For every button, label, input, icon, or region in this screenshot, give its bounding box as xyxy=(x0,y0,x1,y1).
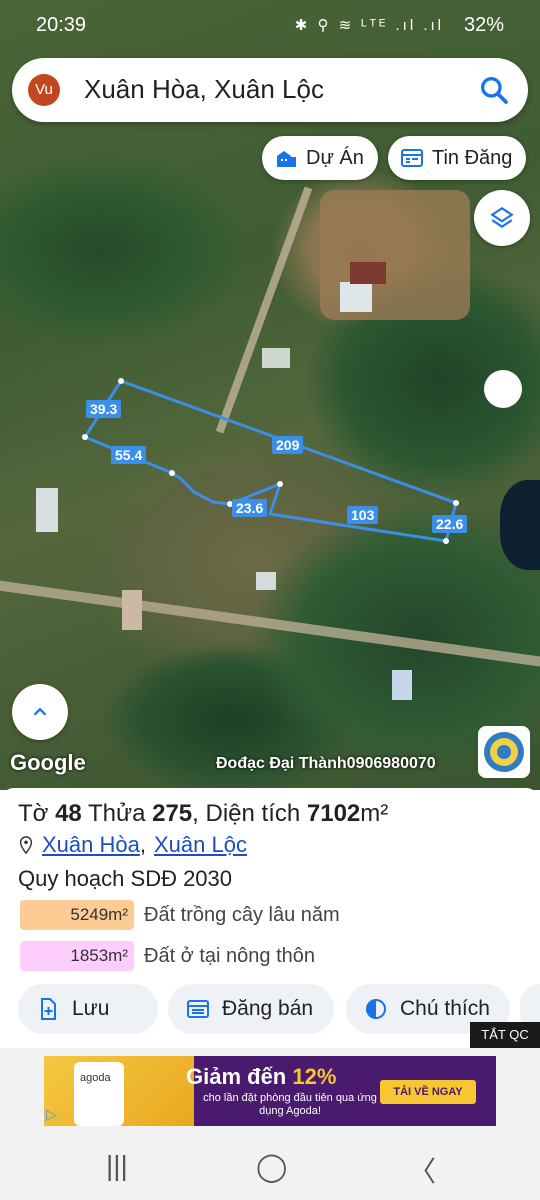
parcel-vertex xyxy=(453,500,459,506)
ad-headline: Giảm đến 12% xyxy=(186,1064,336,1090)
parcel-vertex xyxy=(169,470,175,476)
ad-download-button[interactable]: TẢI VỀ NGAY xyxy=(380,1080,476,1104)
add-file-icon xyxy=(41,998,56,1020)
recent-apps-button[interactable]: ||| xyxy=(106,1150,128,1182)
area-unit: m² xyxy=(360,800,389,827)
list-icon xyxy=(187,1000,209,1018)
avatar[interactable]: Vu xyxy=(28,74,60,106)
list-icon xyxy=(401,149,423,167)
parcel-location: Xuân Hòa, Xuân Lộc xyxy=(18,832,247,858)
zone-area: 5249m² xyxy=(20,900,134,930)
status-bar: 20:39 ✱ ⚲ ≋ ᴸᵀᴱ .ıl .ıl 32% xyxy=(0,0,540,52)
plan-title: Quy hoạch SDĐ 2030 xyxy=(18,866,233,891)
post-for-sale-label: Đăng bán xyxy=(222,997,314,1020)
parcel-edge-label: 23.6 xyxy=(232,499,268,517)
parcel-edge-label: 209 xyxy=(272,436,304,454)
map-location-dot[interactable] xyxy=(484,370,522,408)
map-credit: Đođạc Đại Thành0906980070 xyxy=(216,755,436,772)
zone-row: 1853m² Đất ở tại nông thôn xyxy=(20,941,315,971)
parcel-vertex xyxy=(118,378,124,384)
back-button[interactable]: 〈 xyxy=(408,1150,436,1190)
zone-area: 1853m² xyxy=(20,941,134,971)
layers-icon xyxy=(490,206,514,228)
location-separator: , xyxy=(139,832,146,857)
contrast-icon xyxy=(366,999,386,1019)
search-query[interactable]: Xuân Hòa, Xuân Lộc xyxy=(84,74,324,105)
parcel-edge-label: 55.4 xyxy=(111,446,147,464)
sheet-label: Tờ xyxy=(18,800,49,827)
dai-thanh-emblem-icon xyxy=(484,732,524,772)
parcel-edge-label: 39.3 xyxy=(86,400,122,418)
ad-discount: 12% xyxy=(292,1064,337,1089)
layers-button[interactable] xyxy=(474,190,530,246)
parcel-edge-label: 103 xyxy=(347,506,379,524)
parcel-vertex xyxy=(82,434,88,440)
sheet-number: 48 xyxy=(55,800,82,827)
listings-chip-label: Tin Đăng xyxy=(432,146,513,169)
legend-button-label: Chú thích xyxy=(400,997,490,1020)
status-time: 20:39 xyxy=(36,14,87,36)
close-ad-button[interactable]: TẮT QC xyxy=(470,1022,540,1048)
parcel-edge-label: 22.6 xyxy=(432,515,468,533)
ad-app-preview: agoda xyxy=(44,1056,194,1126)
google-logo: Google xyxy=(10,750,86,775)
building-icon xyxy=(277,151,296,167)
chevron-up-icon xyxy=(33,707,47,716)
ad-container: agoda ▷ Giảm đến 12% cho lần đặt phòng đ… xyxy=(0,1048,540,1132)
ad-subtitle: cho lần đặt phòng đầu tiên qua ứng dụng … xyxy=(203,1092,377,1117)
search-bar[interactable]: Vu Xuân Hòa, Xuân Lộc xyxy=(12,58,528,122)
home-button[interactable]: ◯ xyxy=(256,1150,287,1183)
zone-label: Đất trồng cây lâu năm xyxy=(144,903,340,926)
system-nav-bar: ||| ◯ 〈 xyxy=(0,1132,540,1200)
ad-play-icon: ▷ xyxy=(46,1106,57,1122)
ad-headline-text: Giảm đến xyxy=(186,1064,293,1089)
save-button-label: Lưu xyxy=(72,997,110,1020)
location-pin-icon xyxy=(19,836,33,854)
area-label: , Diện tích xyxy=(192,800,301,827)
status-icons: ✱ ⚲ ≋ ᴸᵀᴱ .ıl .ıl xyxy=(294,17,444,34)
save-button[interactable]: Lưu xyxy=(18,984,158,1034)
ad-brand: agoda xyxy=(80,1072,111,1084)
search-icon[interactable] xyxy=(478,74,510,106)
agoda-ad-banner[interactable]: agoda ▷ Giảm đến 12% cho lần đặt phòng đ… xyxy=(44,1056,496,1126)
plot-label: Thửa xyxy=(88,800,146,827)
zone-label: Đất ở tại nông thôn xyxy=(144,944,316,967)
post-for-sale-button[interactable]: Đăng bán xyxy=(168,984,334,1034)
zone-row: 5249m² Đất trồng cây lâu năm xyxy=(20,900,340,930)
projects-chip-label: Dự Án xyxy=(306,146,364,169)
parcel-vertex xyxy=(277,481,283,487)
parcel-title: Tờ 48 Thửa 275, Diện tích 7102m² xyxy=(18,800,388,828)
expand-up-button[interactable] xyxy=(12,684,68,740)
commune-link[interactable]: Xuân Hòa xyxy=(42,832,140,858)
listings-chip[interactable]: Tin Đăng xyxy=(388,136,527,180)
parcel-vertex xyxy=(443,538,449,544)
plot-number: 275 xyxy=(152,800,193,827)
projects-chip[interactable]: Dự Án xyxy=(262,136,378,180)
area-value: 7102 xyxy=(306,800,361,827)
battery-level: 32% xyxy=(463,14,504,36)
dai-thanh-logo[interactable] xyxy=(478,726,530,778)
district-link[interactable]: Xuân Lộc xyxy=(154,832,247,858)
